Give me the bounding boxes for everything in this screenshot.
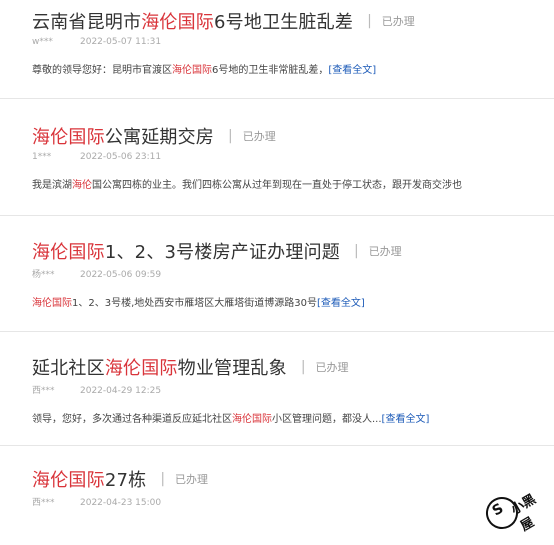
excerpt-prefix: 尊敬的领导您好：昆明市官渡区	[32, 65, 172, 76]
title-highlight: 海伦国际	[32, 242, 105, 263]
list-item: 云南省昆明市海伦国际6号地卫生脏乱差 | 已办理 w*** 2022-05-07 …	[0, 0, 554, 99]
item-user: 西***	[32, 386, 55, 396]
item-meta: 杨*** 2022-05-06 09:59	[32, 267, 554, 280]
list-item: 海伦国际1、2、3号楼房产证办理问题 | 已办理 杨*** 2022-05-06 …	[0, 216, 554, 332]
title-prefix: 云南省昆明市	[32, 12, 142, 33]
watermark-logo: S 小黑屋	[480, 491, 546, 535]
title-separator: |	[300, 359, 306, 375]
status-badge: 已办理	[315, 361, 349, 374]
title-separator: |	[160, 471, 166, 487]
item-user: 1***	[32, 152, 52, 162]
title-suffix: 27栋	[104, 470, 147, 491]
excerpt-suffix: 小区管理问题，都没人...	[272, 414, 382, 425]
item-meta: 1*** 2022-05-06 23:11	[32, 152, 554, 162]
item-user: 杨***	[32, 270, 55, 280]
item-title-link[interactable]: 海伦国际1、2、3号楼房产证办理问题	[32, 238, 340, 264]
view-full-text-link[interactable]: [查看全文]	[382, 414, 430, 425]
title-separator: |	[353, 243, 359, 259]
excerpt-highlight: 海伦国际	[172, 65, 212, 76]
excerpt-suffix: 6号地的卫生非常脏乱差，	[212, 65, 329, 76]
item-excerpt: 领导，您好，多次通过各种渠道反应延北社区海伦国际小区管理问题，都没人...[查看…	[32, 410, 554, 425]
excerpt-suffix: 国公寓四栋的业主。我们四栋公寓从过年到现在一直处于停工状态，跟开发商交涉也	[92, 180, 462, 191]
item-meta: 西*** 2022-04-29 12:25	[32, 383, 554, 396]
excerpt-highlight: 海伦国际	[232, 414, 272, 425]
excerpt-suffix: 1、2、3号楼,地处西安市雁塔区大雁塔街道博源路30号	[72, 298, 317, 309]
item-date: 2022-04-23 15:00	[80, 498, 162, 508]
view-full-text-link[interactable]: [查看全文]	[328, 65, 376, 76]
excerpt-highlight: 海伦国际	[32, 298, 72, 309]
item-user: 西***	[32, 498, 55, 508]
title-suffix: 6号地卫生脏乱差	[214, 12, 354, 33]
title-separator: |	[228, 128, 233, 144]
item-date: 2022-05-06 23:11	[80, 152, 162, 162]
status-badge: 已办理	[175, 473, 209, 486]
list-item: 延北社区海伦国际物业管理乱象 | 已办理 西*** 2022-04-29 12:2…	[0, 332, 554, 446]
title-suffix: 公寓延期交房	[104, 127, 215, 148]
excerpt-highlight: 海伦	[72, 180, 92, 191]
item-meta: 西*** 2022-04-23 15:00	[32, 495, 554, 508]
status-badge: 已办理	[381, 15, 415, 28]
item-title-row: 海伦国际1、2、3号楼房产证办理问题 | 已办理	[32, 238, 554, 264]
status-badge: 已办理	[242, 130, 276, 143]
item-title-row: 海伦国际27栋 | 已办理	[32, 466, 554, 492]
list-item: 海伦国际27栋 | 已办理 西*** 2022-04-23 15:00	[0, 446, 554, 526]
title-separator: |	[367, 13, 372, 29]
item-date: 2022-05-07 11:31	[80, 37, 162, 47]
excerpt-prefix: 领导，您好，多次通过各种渠道反应延北社区	[32, 414, 232, 425]
item-title-row: 云南省昆明市海伦国际6号地卫生脏乱差 | 已办理	[32, 8, 554, 34]
title-prefix: 延北社区	[32, 358, 105, 379]
title-suffix: 1、2、3号楼房产证办理问题	[104, 242, 340, 263]
message-list: 云南省昆明市海伦国际6号地卫生脏乱差 | 已办理 w*** 2022-05-07 …	[0, 0, 554, 526]
item-title-row: 海伦国际公寓延期交房 | 已办理	[32, 123, 554, 149]
list-item: 海伦国际公寓延期交房 | 已办理 1*** 2022-05-06 23:11 我是…	[0, 99, 554, 216]
item-title-link[interactable]: 海伦国际公寓延期交房	[32, 123, 214, 149]
view-full-text-link[interactable]: [查看全文]	[317, 298, 365, 309]
title-highlight: 海伦国际	[32, 127, 105, 148]
item-title-link[interactable]: 延北社区海伦国际物业管理乱象	[32, 354, 287, 380]
excerpt-prefix: 我是滨湖	[32, 180, 72, 191]
item-title-row: 延北社区海伦国际物业管理乱象 | 已办理	[32, 354, 554, 380]
title-highlight: 海伦国际	[104, 358, 178, 379]
item-title-link[interactable]: 海伦国际27栋	[32, 466, 146, 492]
item-date: 2022-05-06 09:59	[80, 270, 162, 280]
title-highlight: 海伦国际	[32, 470, 105, 491]
item-date: 2022-04-29 12:25	[80, 386, 162, 396]
item-title-link[interactable]: 云南省昆明市海伦国际6号地卫生脏乱差	[32, 8, 353, 34]
item-meta: w*** 2022-05-07 11:31	[32, 37, 554, 47]
item-user: w***	[32, 37, 53, 47]
item-excerpt: 我是滨湖海伦国公寓四栋的业主。我们四栋公寓从过年到现在一直处于停工状态，跟开发商…	[32, 176, 554, 191]
item-excerpt: 尊敬的领导您好：昆明市官渡区海伦国际6号地的卫生非常脏乱差，[查看全文]	[32, 61, 554, 76]
title-highlight: 海伦国际	[141, 12, 215, 33]
title-suffix: 物业管理乱象	[177, 358, 287, 379]
status-badge: 已办理	[368, 245, 402, 258]
item-excerpt: 海伦国际1、2、3号楼,地处西安市雁塔区大雁塔街道博源路30号[查看全文]	[32, 294, 554, 309]
